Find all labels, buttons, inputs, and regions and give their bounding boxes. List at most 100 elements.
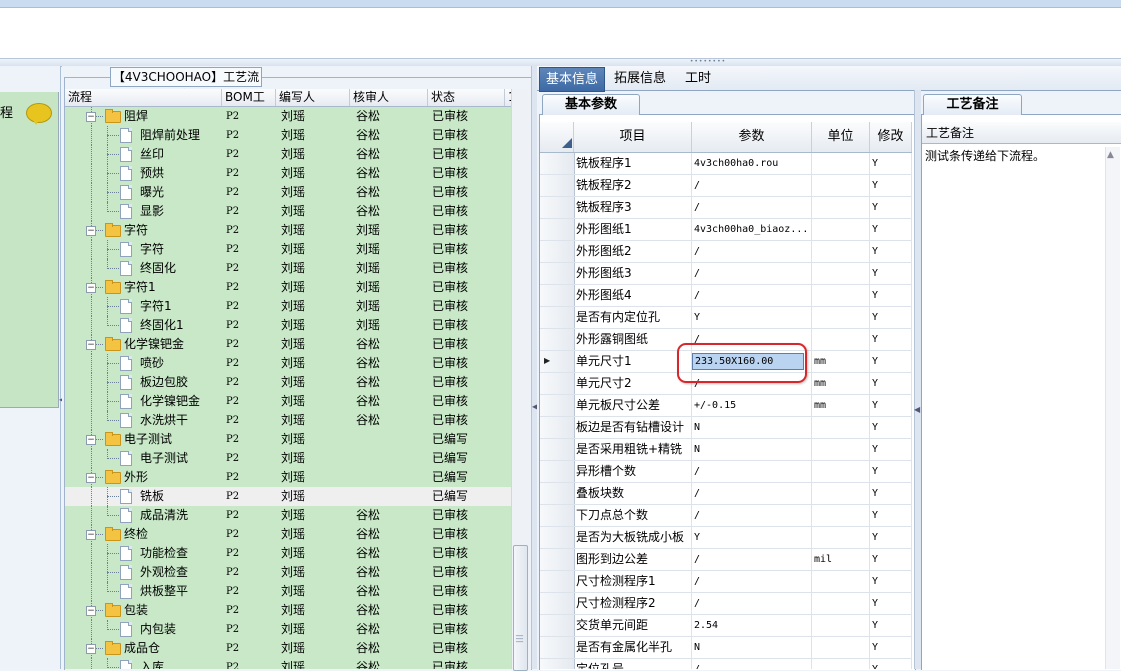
row-header[interactable] (540, 593, 575, 614)
row-header[interactable] (540, 637, 575, 658)
param-value[interactable]: N (692, 417, 812, 438)
tree-group-row[interactable]: − 化学镍钯金 P2 刘瑶 谷松 已审核 (65, 335, 511, 354)
row-header[interactable] (540, 461, 575, 482)
collapse-toggle-icon[interactable]: − (86, 112, 96, 122)
row-header[interactable]: ▶ (540, 351, 575, 372)
row-header[interactable] (540, 175, 575, 196)
param-value[interactable]: / (692, 241, 812, 262)
tree-row[interactable]: 化学镍钯金 P2 刘瑶 谷松 已审核 (65, 392, 511, 411)
tree-row[interactable]: 电子测试 P2 刘瑶 已编写 (65, 449, 511, 468)
col-header-writer[interactable]: 编写人 (276, 89, 350, 106)
row-header[interactable] (540, 659, 575, 669)
notes-scrollbar[interactable] (1105, 147, 1120, 669)
tree-row[interactable]: 板边包胶 P2 刘瑶 谷松 已审核 (65, 373, 511, 392)
param-value[interactable]: / (692, 263, 812, 284)
param-row[interactable]: 外形图纸1 4v3ch00ha0_biaoz... Y (540, 219, 912, 241)
row-header[interactable] (540, 417, 575, 438)
collapse-toggle-icon[interactable]: − (86, 435, 96, 445)
tree-row[interactable]: 阻焊前处理 P2 刘瑶 谷松 已审核 (65, 126, 511, 145)
param-row[interactable]: 尺寸检测程序1/ Y (540, 571, 912, 593)
tree-row[interactable]: 丝印 P2 刘瑶 谷松 已审核 (65, 145, 511, 164)
tree-row[interactable]: 入库 P2 刘瑶 谷松 已审核 (65, 658, 511, 669)
param-value[interactable]: / (692, 197, 812, 218)
param-row[interactable]: 是否为大板铣成小板 Y Y (540, 527, 912, 549)
param-row[interactable]: 叠板块数 / Y (540, 483, 912, 505)
row-header[interactable] (540, 263, 575, 284)
param-value[interactable]: / (692, 549, 812, 570)
tree-row[interactable]: 外观检查 P2 刘瑶 谷松 已审核 (65, 563, 511, 582)
tab-work-hours[interactable]: 工时 (678, 67, 718, 90)
collapse-toggle-icon[interactable]: − (86, 283, 96, 293)
param-value[interactable]: / (692, 461, 812, 482)
param-row[interactable]: 铣板程序2/ Y (540, 175, 912, 197)
tree-group-row[interactable]: − 包装 P2 刘瑶 谷松 已审核 (65, 601, 511, 620)
splitter-grip-icon[interactable]: •••••••• (688, 59, 728, 65)
col-header-modify[interactable]: 修改 (870, 122, 912, 152)
param-value[interactable]: / (692, 593, 812, 614)
scroll-up-icon[interactable]: ▲ (1107, 150, 1114, 160)
param-row[interactable]: 单元板尺寸公差 +/-0.15 mm Y (540, 395, 912, 417)
param-value[interactable]: / (692, 285, 812, 306)
param-value[interactable]: 4v3ch00ha0.rou (692, 153, 812, 174)
row-header[interactable] (540, 153, 575, 174)
tab-extended-info[interactable]: 拓展信息 (612, 67, 668, 90)
collapse-toggle-icon[interactable]: − (86, 644, 96, 654)
notes-text[interactable]: 测试条传递给下流程。 (925, 147, 1045, 164)
param-value[interactable]: / (692, 571, 812, 592)
row-header[interactable] (540, 373, 575, 394)
row-header[interactable] (540, 307, 575, 328)
param-row[interactable]: 下刀点总个数 / Y (540, 505, 912, 527)
row-header[interactable] (540, 219, 575, 240)
tree-row[interactable]: 显影 P2 刘瑶 谷松 已审核 (65, 202, 511, 221)
left-nav-label[interactable]: 程 (0, 102, 13, 121)
row-header[interactable] (540, 395, 575, 416)
param-row[interactable]: 铣板程序3/ Y (540, 197, 912, 219)
param-value[interactable]: 2.54 (692, 615, 812, 636)
tree-row[interactable]: 成品清洗 P2 刘瑶 谷松 已审核 (65, 506, 511, 525)
tree-group-row[interactable]: − 终检 P2 刘瑶 谷松 已审核 (65, 525, 511, 544)
tree-group-row[interactable]: − 字符1 P2 刘瑶 刘瑶 已审核 (65, 278, 511, 297)
row-header[interactable] (540, 527, 575, 548)
col-header-unit[interactable]: 单位 (812, 122, 870, 152)
param-value[interactable]: / (692, 483, 812, 504)
param-row[interactable]: 外形图纸3/ Y (540, 263, 912, 285)
param-value[interactable]: / (692, 505, 812, 526)
param-row[interactable]: 板边是否有钻槽设计 N Y (540, 417, 912, 439)
col-header-item[interactable]: 项目 (574, 122, 692, 152)
tab-basic-info[interactable]: 基本信息 (539, 67, 605, 92)
param-row[interactable]: 交货单元间距 2.54 Y (540, 615, 912, 637)
param-row[interactable]: 尺寸检测程序2/ Y (540, 593, 912, 615)
tree-row[interactable]: 内包装 P2 刘瑶 谷松 已审核 (65, 620, 511, 639)
tree-row[interactable]: 终固化 P2 刘瑶 刘瑶 已审核 (65, 259, 511, 278)
param-row[interactable]: 图形到边公差 / mil Y (540, 549, 912, 571)
param-value[interactable]: / (692, 659, 812, 669)
param-row[interactable]: 异形槽个数 / Y (540, 461, 912, 483)
param-row[interactable]: 外形图纸4/ Y (540, 285, 912, 307)
param-row[interactable]: 定位孔号/ Y (540, 659, 912, 669)
collapse-toggle-icon[interactable]: − (86, 473, 96, 483)
tree-row[interactable]: 功能检查 P2 刘瑶 谷松 已审核 (65, 544, 511, 563)
param-row[interactable]: 是否有金属化半孔 N Y (540, 637, 912, 659)
param-row[interactable]: 是否有内定位孔 Y Y (540, 307, 912, 329)
row-header[interactable] (540, 549, 575, 570)
row-header[interactable] (540, 505, 575, 526)
param-value[interactable]: N (692, 439, 812, 460)
tree-row[interactable]: 烘板整平 P2 刘瑶 谷松 已审核 (65, 582, 511, 601)
param-value[interactable]: N (692, 637, 812, 658)
row-header[interactable] (540, 483, 575, 504)
param-value[interactable]: / (692, 175, 812, 196)
col-header-reviewer[interactable]: 核审人 (350, 89, 428, 106)
tree-group-row[interactable]: − 电子测试 P2 刘瑶 已编写 (65, 430, 511, 449)
collapse-toggle-icon[interactable]: − (86, 530, 96, 540)
tree-group-row[interactable]: − 字符 P2 刘瑶 刘瑶 已审核 (65, 221, 511, 240)
tree-row[interactable]: 字符1 P2 刘瑶 刘瑶 已审核 (65, 297, 511, 316)
collapse-toggle-icon[interactable]: − (86, 226, 96, 236)
tree-row[interactable]: 终固化1 P2 刘瑶 刘瑶 已审核 (65, 316, 511, 335)
row-header[interactable] (540, 439, 575, 460)
row-header[interactable] (540, 571, 575, 592)
row-header[interactable] (540, 329, 575, 350)
param-value[interactable]: +/-0.15 (692, 395, 812, 416)
right-splitter[interactable] (914, 90, 921, 669)
tree-group-row[interactable]: − 外形 P2 刘瑶 已编写 (65, 468, 511, 487)
collapse-toggle-icon[interactable]: − (86, 606, 96, 616)
